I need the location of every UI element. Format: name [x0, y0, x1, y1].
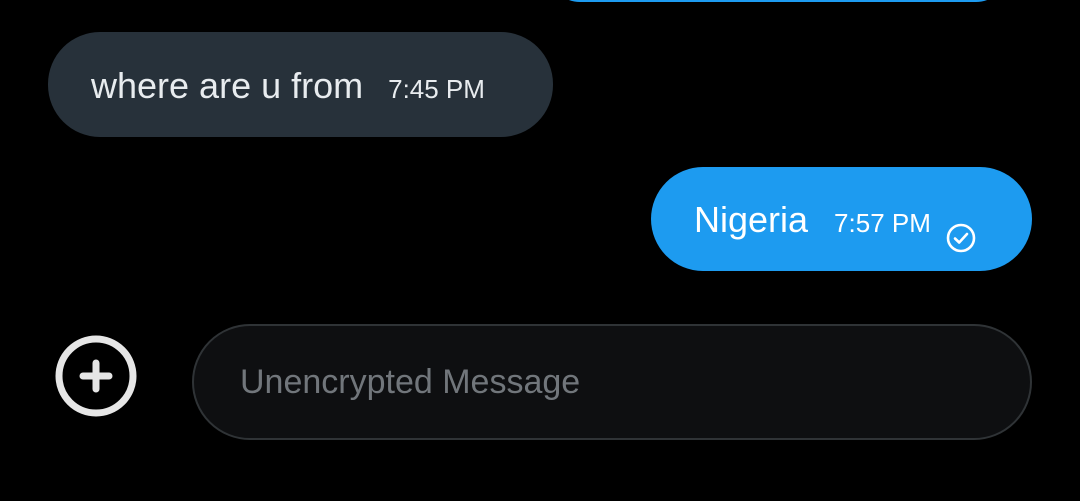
message-text: Nigeria	[694, 199, 809, 240]
plus-circle-icon	[55, 335, 137, 417]
add-attachment-button[interactable]	[54, 334, 138, 418]
incoming-message[interactable]: where are u from 7:45 PM	[48, 32, 553, 137]
outgoing-message[interactable]: Nigeria 7:57 PM	[651, 167, 1032, 271]
message-composer[interactable]	[192, 324, 1032, 440]
message-text: where are u from	[91, 65, 364, 106]
check-circle-icon	[946, 223, 976, 252]
message-time: 7:57 PM	[834, 208, 931, 238]
previous-message-bubble	[548, 0, 1008, 2]
message-time: 7:45 PM	[388, 74, 485, 104]
message-input[interactable]	[240, 326, 1000, 438]
